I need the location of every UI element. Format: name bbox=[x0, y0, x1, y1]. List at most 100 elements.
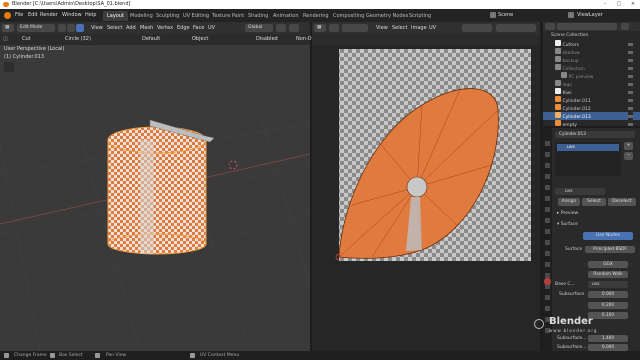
subsurface-field[interactable]: 0.000 bbox=[588, 291, 628, 298]
maximize-icon[interactable]: □ bbox=[612, 0, 626, 9]
outliner-type-icon[interactable] bbox=[545, 23, 555, 30]
viewport-perspective: User Perspective (Local) bbox=[4, 46, 65, 52]
mesh-icon bbox=[555, 112, 561, 118]
outliner-row-6[interactable]: legs bbox=[543, 80, 640, 88]
outliner-row-9[interactable]: Cylinder.012 bbox=[543, 104, 640, 112]
menu-edit[interactable]: Edit bbox=[28, 12, 38, 18]
minimize-icon[interactable]: – bbox=[598, 0, 612, 9]
tool-cut[interactable]: Cut bbox=[22, 36, 31, 42]
subsurface-radius-field-1[interactable]: 0.200 bbox=[588, 302, 628, 309]
deselect-button[interactable]: Deselect bbox=[608, 198, 636, 206]
material-tab-icon[interactable] bbox=[544, 278, 551, 285]
subsurface-aniso-field[interactable]: 0.000 bbox=[588, 344, 628, 351]
mode-dropdown[interactable]: Edit Mode bbox=[17, 24, 55, 32]
menu-vertex[interactable]: Vertex bbox=[157, 25, 173, 31]
tool-non[interactable]: Non-D bbox=[296, 36, 312, 42]
uv-editor-viewport[interactable] bbox=[312, 45, 540, 351]
scene-name[interactable]: Scene bbox=[498, 12, 513, 18]
menu-window[interactable]: Window bbox=[62, 12, 82, 18]
uv-menu-image[interactable]: Image bbox=[411, 25, 427, 31]
tab-texture-paint[interactable]: Texture Paint bbox=[208, 11, 248, 21]
transform-orientation[interactable]: Global bbox=[245, 24, 273, 32]
assign-button[interactable]: Assign bbox=[558, 198, 580, 206]
menu-mesh[interactable]: Mesh bbox=[140, 25, 153, 31]
toolbar-select-icon[interactable] bbox=[4, 62, 14, 72]
tab-layout[interactable]: Layout bbox=[103, 11, 128, 21]
outliner-row-8[interactable]: Cylinder.011 bbox=[543, 96, 640, 104]
menu-select[interactable]: Select bbox=[107, 25, 122, 31]
uv-image-selector[interactable] bbox=[462, 24, 492, 32]
outliner-row-2[interactable]: shadow bbox=[543, 48, 640, 56]
base-color-value[interactable]: uvs bbox=[588, 281, 628, 288]
cylinder-mesh[interactable] bbox=[107, 126, 207, 255]
distribution-dropdown[interactable]: GGX bbox=[588, 261, 628, 268]
viewport-object-name: (1) Cylinder.013 bbox=[4, 54, 45, 60]
add-slot-button[interactable]: + bbox=[624, 142, 633, 150]
surface-shader-field[interactable]: Principled BSDF bbox=[585, 246, 635, 253]
view-layer-name[interactable]: ViewLayer bbox=[577, 12, 603, 18]
snap-icon[interactable] bbox=[289, 24, 299, 32]
subsurface-ior-field[interactable]: 1.400 bbox=[588, 335, 628, 342]
tool-disabled[interactable]: Disabled bbox=[256, 36, 278, 42]
outliner-row-0[interactable]: Scene Collection bbox=[543, 32, 640, 40]
tool-icon[interactable]: ◫ bbox=[3, 36, 8, 42]
uv-menu-select[interactable]: Select bbox=[392, 25, 407, 31]
blender-menu-icon[interactable] bbox=[4, 12, 11, 19]
tool-default[interactable]: Default bbox=[142, 36, 160, 42]
material-name-field[interactable]: uvs bbox=[555, 188, 605, 195]
menu-help[interactable]: Help bbox=[85, 12, 96, 18]
outliner-row-10[interactable]: Cylinder.013 bbox=[543, 112, 640, 120]
pivot-icon[interactable] bbox=[276, 24, 286, 32]
filter-icon[interactable] bbox=[621, 23, 629, 30]
blender-logo-icon bbox=[3, 2, 9, 7]
editor-type-icon[interactable]: ▦ bbox=[2, 24, 14, 32]
uv-display-options[interactable] bbox=[496, 24, 536, 32]
material-slots-list[interactable]: uvs bbox=[555, 142, 621, 176]
visibility-eye-icons[interactable] bbox=[628, 40, 633, 126]
menu-file[interactable]: File bbox=[15, 12, 23, 18]
uv-menu-view[interactable]: View bbox=[376, 25, 388, 31]
outliner-row-4[interactable]: Collection bbox=[543, 64, 640, 72]
menu-render[interactable]: Render bbox=[40, 12, 58, 18]
outliner-search-input[interactable] bbox=[557, 23, 617, 30]
material-slot-uvs[interactable]: uvs bbox=[557, 144, 619, 151]
surface-label: Surface bbox=[565, 247, 583, 252]
remove-slot-button[interactable]: − bbox=[624, 152, 633, 160]
outliner-row-11[interactable]: empty bbox=[543, 120, 640, 128]
face-select-icon[interactable] bbox=[76, 24, 84, 32]
edge-select-icon[interactable] bbox=[67, 24, 75, 32]
uv-sync-icon[interactable] bbox=[329, 24, 339, 32]
tool-object[interactable]: Object bbox=[192, 36, 208, 42]
status-box-select: Box Select bbox=[59, 353, 83, 358]
vertex-select-icon[interactable] bbox=[58, 24, 66, 32]
menu-uv[interactable]: UV bbox=[208, 25, 215, 31]
property-tab-icons[interactable] bbox=[545, 138, 550, 338]
menu-view[interactable]: View bbox=[91, 25, 103, 31]
select-button[interactable]: Select bbox=[582, 198, 606, 206]
surface-panel-header[interactable]: ▾ Surface bbox=[557, 222, 578, 227]
uv-select-mode-icons[interactable] bbox=[342, 24, 368, 32]
subsurface-aniso-label: Subsurface... bbox=[557, 345, 587, 350]
outliner-row-5[interactable]: PC preview bbox=[543, 72, 640, 80]
outliner-row-1[interactable]: Cutters bbox=[543, 40, 640, 48]
menu-face[interactable]: Face bbox=[193, 25, 204, 31]
uv-editor-type-icon[interactable]: ▦ bbox=[314, 24, 326, 32]
tab-rendering[interactable]: Rendering bbox=[299, 11, 333, 21]
outliner-row-3[interactable]: backup bbox=[543, 56, 640, 64]
subsurface-label: Subsurface bbox=[559, 292, 585, 297]
menu-edge[interactable]: Edge bbox=[177, 25, 190, 31]
tab-animation[interactable]: Animation bbox=[269, 11, 303, 21]
use-nodes-button[interactable]: Use Nodes bbox=[583, 232, 633, 240]
object-name-field[interactable]: Cylinder.013 bbox=[555, 131, 635, 138]
subsurface-method-dropdown[interactable]: Random Walk bbox=[588, 271, 628, 278]
outliner-row-7[interactable]: Kiwi bbox=[543, 88, 640, 96]
tool-circle[interactable]: Circle (32) bbox=[65, 36, 91, 42]
tab-scripting[interactable]: Scripting bbox=[405, 11, 435, 21]
3d-viewport[interactable]: User Perspective (Local) (1) Cylinder.01… bbox=[0, 34, 310, 351]
uv-menu-uv[interactable]: UV bbox=[429, 25, 436, 31]
close-icon[interactable]: × bbox=[626, 0, 640, 9]
preview-panel-header[interactable]: ▸ Preview bbox=[557, 211, 578, 216]
outliner-header bbox=[543, 22, 640, 31]
menu-add[interactable]: Add bbox=[126, 25, 136, 31]
status-bar: Change Frame Box Select Pan View UV Cont… bbox=[0, 351, 640, 360]
